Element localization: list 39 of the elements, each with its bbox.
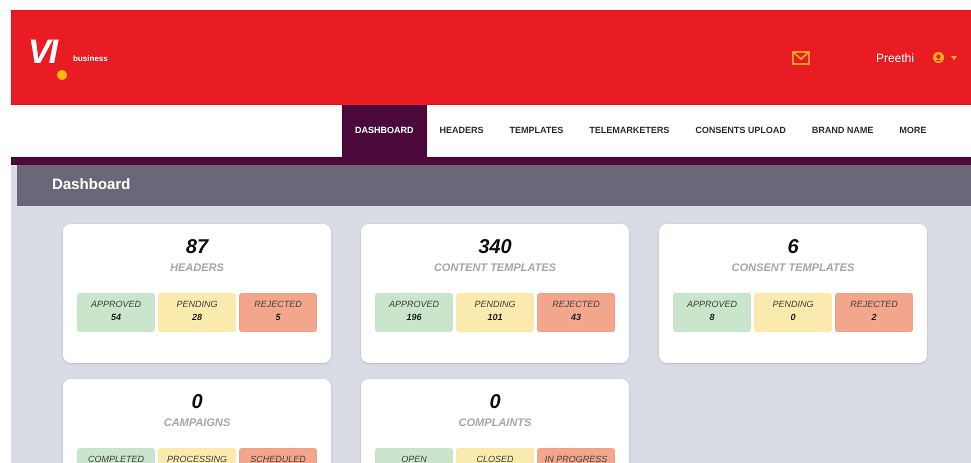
nav-tab[interactable]: CONSENTS UPLOAD [682,105,799,157]
status-tile[interactable]: COMPLETED [77,448,155,463]
nav-tab[interactable]: TEMPLATES [496,105,576,157]
card-title: HEADERS [170,261,224,276]
status-tile[interactable]: APPROVED 196 [375,293,453,332]
card-title: CONSENT TEMPLATES [732,261,854,276]
status-tile[interactable]: PENDING 28 [158,293,236,332]
mail-icon[interactable] [792,50,810,64]
status-tile[interactable]: APPROVED 54 [77,293,155,332]
card-title: CAMPAIGNS [164,416,230,431]
nav-tab[interactable]: TELEMARKETERS [576,105,682,157]
page-title: Dashboard [52,175,130,196]
status-tile[interactable]: PENDING 101 [456,293,534,332]
status-tile[interactable]: PROCESSING [158,448,236,463]
user-name[interactable]: Preethi [876,48,914,66]
status-tile[interactable]: APPROVED 8 [673,293,751,332]
nav-tab[interactable]: MORE [886,105,940,157]
status-tile[interactable]: OPEN [375,448,453,463]
nav-tab[interactable]: HEADERS [426,105,497,157]
status-tile[interactable]: CLOSED [456,448,534,463]
status-tile[interactable]: REJECTED 5 [239,293,317,332]
logo-tagline: business [73,52,108,64]
status-tile[interactable]: PENDING 0 [754,293,832,332]
status-tile[interactable]: REJECTED 43 [537,293,615,332]
status-tile[interactable]: SCHEDULED [239,448,317,463]
status-tile[interactable]: REJECTED 2 [835,293,913,332]
card-count: 0 [191,390,203,415]
nav-tab[interactable]: DASHBOARD [342,105,426,157]
card-title: CONTENT TEMPLATES [434,261,556,276]
user-avatar-icon[interactable] [933,52,944,63]
card-count: 340 [478,235,512,260]
status-tile[interactable]: IN PROGRESS [537,448,615,463]
logo[interactable]: VI [28,35,67,80]
card-count: 87 [186,235,208,260]
card-count: 0 [489,390,501,415]
card-count: 6 [787,235,799,260]
card-title: COMPLAINTS [458,416,532,431]
nav-tab[interactable]: BRAND NAME [798,105,886,157]
caret-icon[interactable] [951,56,957,60]
